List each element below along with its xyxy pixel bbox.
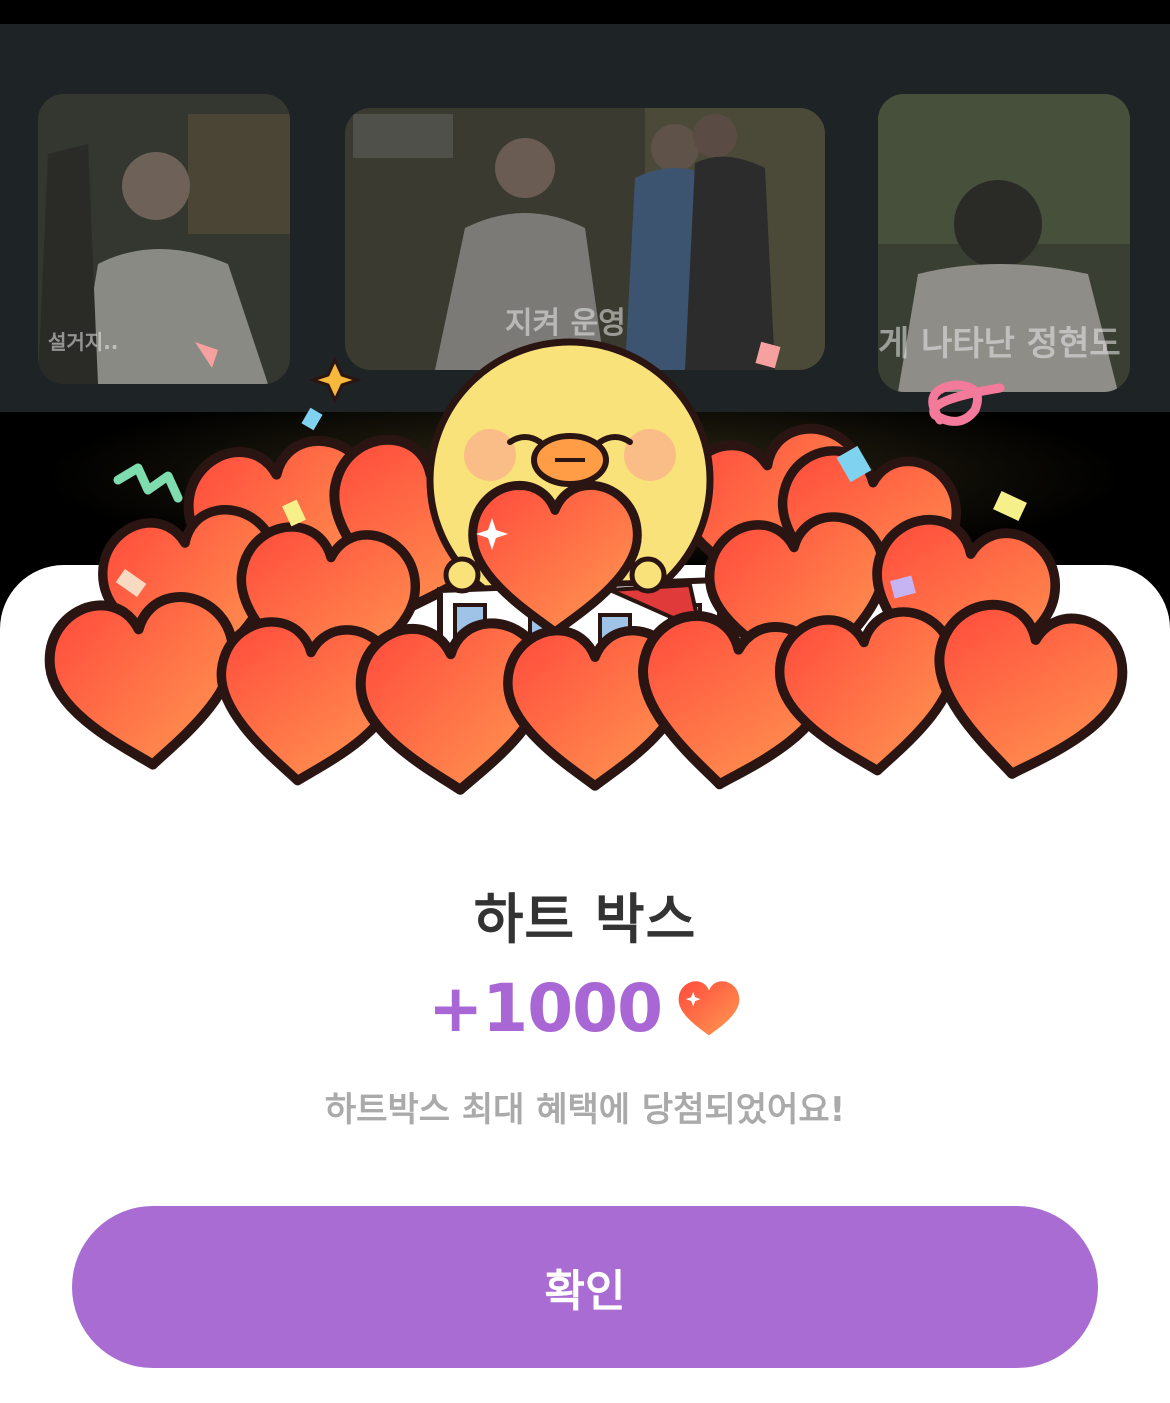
reward-amount: +1000: [428, 970, 663, 1047]
reward-title: 하트 박스: [473, 888, 697, 951]
reward-message: 하트박스 최대 혜택에 당첨되었어요!: [324, 1090, 846, 1130]
confirm-button[interactable]: 확인: [72, 1206, 1098, 1368]
heart-box-illustration: [0, 338, 1170, 810]
heart-icon: [678, 980, 740, 1035]
reward-amount-row: +1000: [0, 970, 1170, 1047]
